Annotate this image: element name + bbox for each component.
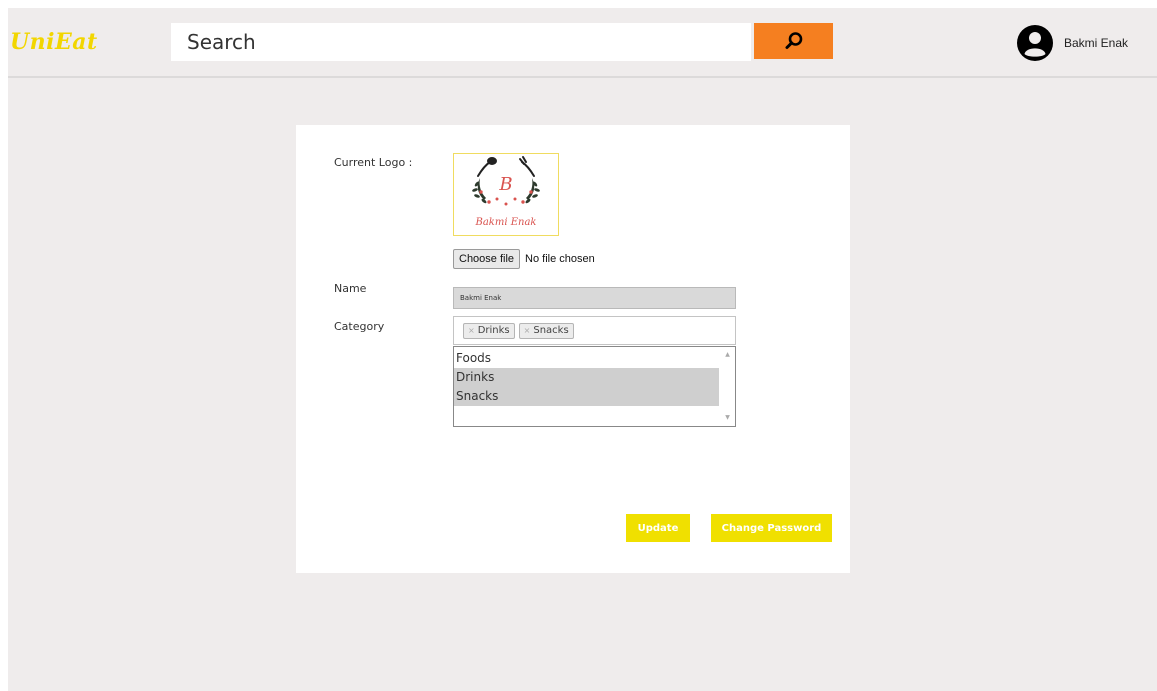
- update-button[interactable]: Update: [626, 514, 690, 542]
- category-option[interactable]: Snacks: [454, 387, 719, 406]
- tag-label: Snacks: [533, 324, 569, 336]
- scroll-up-icon[interactable]: ▲: [720, 349, 735, 361]
- current-logo-label: Current Logo :: [334, 156, 413, 169]
- edit-profile-card: Current Logo : B Bakmi Enak Choose file …: [296, 125, 850, 573]
- tag-label: Drinks: [477, 324, 510, 336]
- user-menu[interactable]: Bakmi Enak: [1016, 24, 1128, 62]
- remove-tag-icon[interactable]: ×: [524, 324, 531, 338]
- category-listbox[interactable]: Foods Drinks Snacks ▲ ▼: [453, 346, 736, 427]
- search-box: [171, 23, 751, 61]
- app-window: UniEat Bakmi Enak Current Logo :: [8, 8, 1157, 691]
- file-status: No file chosen: [525, 253, 595, 265]
- logo-initial: B: [498, 174, 512, 195]
- brand-logo[interactable]: UniEat: [10, 29, 98, 55]
- category-option[interactable]: Foods: [454, 349, 719, 368]
- category-tag: × Snacks: [518, 322, 574, 339]
- search-icon: [785, 32, 802, 49]
- remove-tag-icon[interactable]: ×: [468, 324, 475, 338]
- category-tag: × Drinks: [463, 322, 515, 339]
- search-input[interactable]: [171, 23, 751, 61]
- change-password-button[interactable]: Change Password: [711, 514, 832, 542]
- user-avatar-icon: [1017, 25, 1053, 61]
- logo-caption: Bakmi Enak: [475, 217, 537, 228]
- name-label: Name: [334, 282, 367, 295]
- name-field[interactable]: [453, 287, 736, 309]
- current-logo-image: B Bakmi Enak: [453, 153, 559, 236]
- category-tags-input[interactable]: × Drinks × Snacks: [453, 316, 736, 345]
- top-navbar: UniEat Bakmi Enak: [8, 8, 1157, 78]
- file-upload: Choose file No file chosen: [453, 249, 595, 269]
- search-button[interactable]: [754, 23, 833, 59]
- user-name: Bakmi Enak: [1064, 36, 1129, 50]
- scroll-down-icon[interactable]: ▼: [720, 412, 735, 424]
- choose-file-button[interactable]: Choose file: [453, 249, 521, 269]
- category-label: Category: [334, 320, 385, 333]
- category-option[interactable]: Drinks: [454, 368, 719, 387]
- listbox-scrollbar[interactable]: ▲ ▼: [720, 347, 735, 426]
